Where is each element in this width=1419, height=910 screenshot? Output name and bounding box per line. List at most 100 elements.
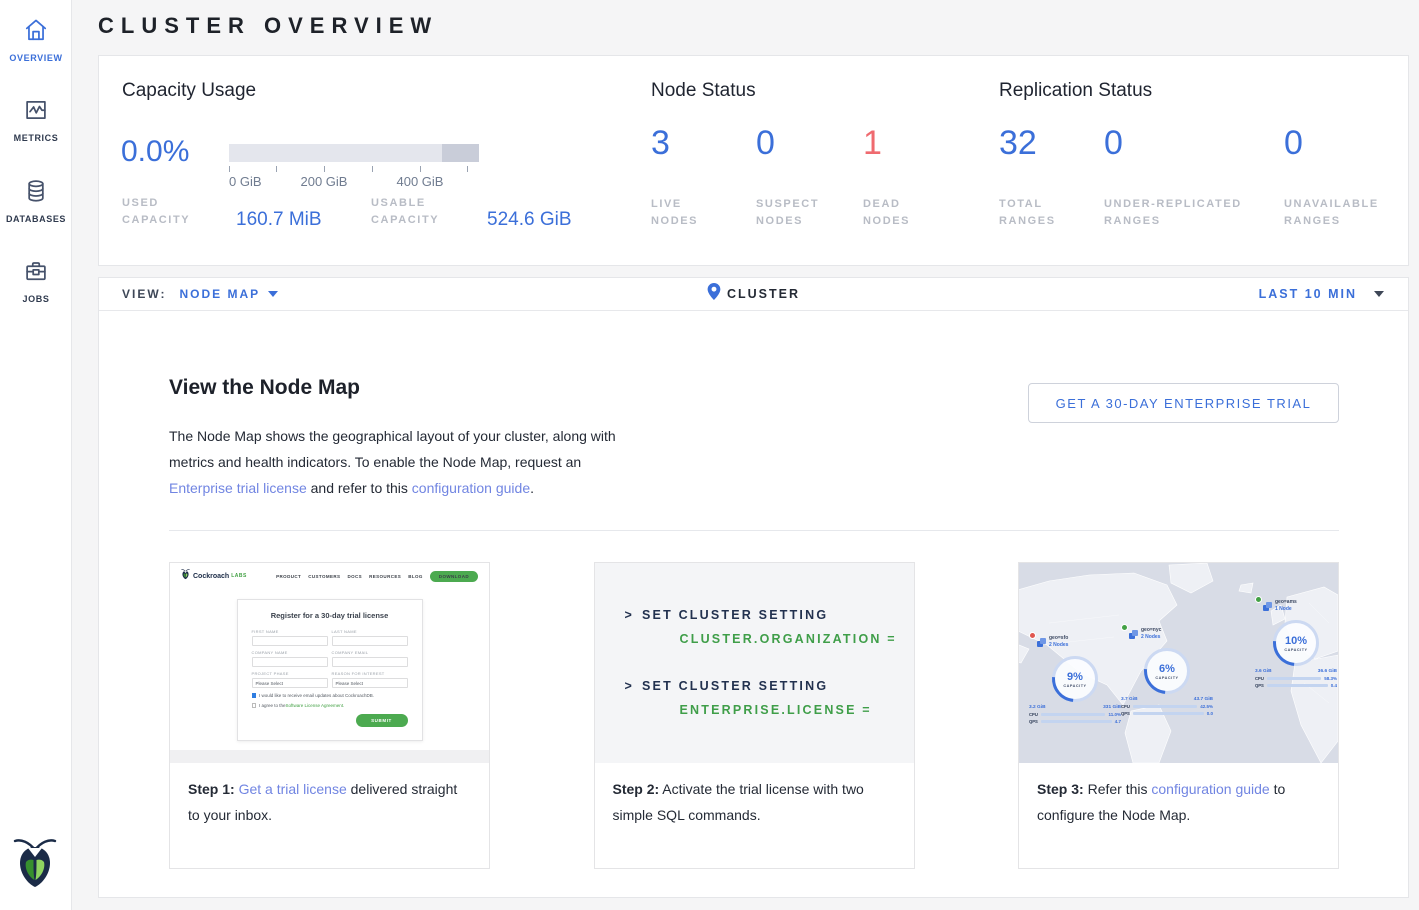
usable-capacity-value: 524.6 GiB [487,209,572,231]
under-replicated-ranges-stat: 0 UNDER-REPLICATED RANGES [1104,126,1284,230]
nodes-icon [1037,635,1047,653]
breadcrumb: CLUSTER [707,283,800,305]
thumb-license-agreement-link: Software License Agreement. [286,703,345,708]
tick-label: 0 GiB [229,174,262,189]
thumb-footer-strip [170,750,489,763]
thumb-submit-button: SUBMIT [356,714,408,727]
locality-widget-ams: geo=ams1 Node 10% CAPACITY 3.6 GiB36.6 G… [1255,599,1337,688]
sidebar-item-metrics[interactable]: METRICS [0,97,72,143]
sidebar-item-databases[interactable]: DATABASES [0,178,72,224]
under-replicated-ranges-value: 0 [1104,126,1284,160]
thumb-nav-item: DOCS [347,574,362,579]
capacity-total: 36.6 GiB [1318,669,1337,674]
step-1-caption: Step 1: Get a trial license delivered st… [170,763,489,841]
thumb-brand: Cockroach [193,573,229,580]
cluster-overview-page: OVERVIEW METRICS DATABASES [0,0,1419,910]
cpu-bar [1041,713,1105,717]
replication-status-title: Replication Status [999,80,1152,102]
thumb-site-header: Cockroach LABS PRODUCT CUSTOMERS DOCS RE… [170,563,489,589]
checkbox-empty-icon [252,703,257,708]
locality-label: geo=nyc2 Nodes [1141,627,1161,641]
total-ranges-label: TOTAL RANGES [999,196,1069,230]
get-trial-license-link[interactable]: Get a trial license [239,781,347,797]
thumb-nav-item: RESOURCES [369,574,401,579]
suspect-nodes-value: 0 [756,126,863,160]
gauge-label: CAPACITY [1063,684,1086,688]
sidebar-item-label: DATABASES [0,214,72,224]
used-capacity: USED CAPACITY 160.7 MiB [122,195,322,229]
configuration-guide-link[interactable]: configuration guide [1151,781,1269,797]
qps-value: 0.4 [1331,683,1337,688]
sidebar-item-jobs[interactable]: JOBS [0,258,72,304]
qps-label: QPS [1255,683,1267,688]
thumb-checkbox-label: I agree to the [259,703,286,708]
chevron-down-icon [268,291,278,297]
capacity-bar-nonusable-segment [442,144,480,162]
sql-prompt: > [625,679,635,693]
capacity-used: 3.2 GiB [1029,705,1046,710]
status-warning-badge [1029,632,1036,639]
cockroach-labs-logo-icon [181,567,190,585]
tick-label: 200 GiB [301,174,348,189]
chevron-down-icon [1374,291,1384,297]
sql-keyword: SET CLUSTER SETTING [642,679,828,693]
time-range-dropdown[interactable]: LAST 10 MIN [1259,287,1384,301]
capacity-axis-labels: 0 GiB 200 GiB 400 GiB [229,174,509,190]
enterprise-trial-license-link[interactable]: Enterprise trial license [169,480,307,496]
capacity-gauge: 9% CAPACITY [1052,656,1098,702]
configuration-guide-link[interactable]: configuration guide [412,480,530,496]
thumb-text-input [332,636,408,646]
cpu-bar [1133,705,1197,709]
enterprise-trial-button[interactable]: GET A 30-DAY ENTERPRISE TRIAL [1028,383,1339,423]
capacity-total: 43.7 GiB [1194,697,1213,702]
step-3-caption: Step 3: Refer this configuration guide t… [1019,763,1338,841]
gauge-percent: 6% [1159,663,1175,675]
view-value: NODE MAP [179,287,260,301]
qps-label: QPS [1121,711,1133,716]
unavailable-ranges-value: 0 [1284,126,1414,160]
step-label: Step 2: [613,781,660,797]
gauge-label: CAPACITY [1284,648,1307,652]
map-pin-icon [707,283,720,305]
qps-bar [1133,712,1204,716]
sql-commands-figure: >SET CLUSTER SETTING CLUSTER.ORGANIZATIO… [595,563,914,763]
description-text: and refer to this [307,480,412,496]
live-nodes-value: 3 [651,126,756,160]
thumb-form-fields: FIRST NAME LAST NAME COMPANY NAME COMPAN… [238,620,422,688]
locality-label: geo=ams1 Node [1275,599,1297,613]
qps-value: 0.0 [1207,711,1213,716]
step-label: Step 3: [1037,781,1084,797]
view-label: VIEW: [122,287,166,301]
sidebar-item-label: JOBS [0,294,72,304]
description-text: The Node Map shows the geographical layo… [169,428,616,470]
step-2-card: >SET CLUSTER SETTING CLUSTER.ORGANIZATIO… [594,562,915,869]
locality-widget-sfo: geo=sfo2 Nodes 9% CAPACITY 3.2 GiB331 Gi… [1029,635,1121,724]
thumb-site-body: Register for a 30-day trial license FIRS… [170,589,489,750]
capacity-axis-ticks [229,166,479,172]
thumb-brand-suffix: LABS [231,573,247,579]
description-text: . [530,480,534,496]
status-ok-badge [1121,624,1128,631]
home-icon [0,17,72,48]
cpu-value: 42.5% [1200,704,1213,709]
thumb-checkbox-label: I would like to receive email updates ab… [259,693,374,698]
trial-registration-screenshot: Cockroach LABS PRODUCT CUSTOMERS DOCS RE… [170,563,489,763]
live-nodes-stat: 3 LIVE NODES [651,126,756,230]
breadcrumb-cluster: CLUSTER [727,287,800,301]
capacity-used: 3.7 GiB [1121,697,1138,702]
jobs-icon [0,258,72,289]
view-selector-dropdown[interactable]: VIEW: NODE MAP [122,287,278,301]
thumb-text-input [252,657,328,667]
used-capacity-label: USED CAPACITY [122,195,212,229]
sql-argument: ENTERPRISE.LICENSE = [680,703,914,717]
tick-label: 400 GiB [397,174,444,189]
capacity-used: 3.6 GiB [1255,669,1272,674]
capacity-used-percent: 0.0% [121,135,189,169]
step-3-card: geo=sfo2 Nodes 9% CAPACITY 3.2 GiB331 Gi… [1018,562,1339,869]
sidebar-item-label: METRICS [0,133,72,143]
cluster-summary-card: Capacity Usage Node Status Replication S… [98,55,1409,266]
sidebar-item-overview[interactable]: OVERVIEW [0,17,72,63]
dead-nodes-stat: 1 DEAD NODES [863,126,933,230]
thumb-field-label: REASON FOR INTEREST [332,671,408,676]
checkbox-checked-icon [252,693,257,698]
